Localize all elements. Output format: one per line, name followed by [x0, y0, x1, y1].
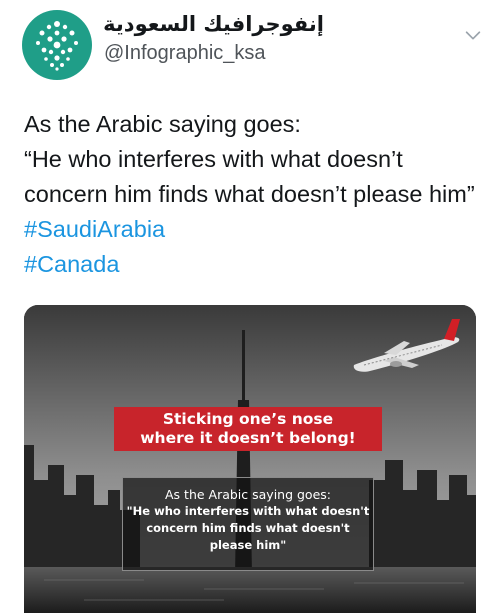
quote-line: "He who interferes with what doesn't — [126, 504, 370, 518]
headline-banner: Sticking one’s nose where it doesn’t bel… — [114, 407, 382, 451]
banner-line: where it doesn’t belong! — [140, 429, 356, 447]
tweet-quote-text: “He who interferes with what doesn’t con… — [24, 146, 475, 207]
avatar[interactable] — [22, 10, 92, 80]
banner-line: Sticking one’s nose — [162, 410, 334, 428]
quote-box: As the Arabic saying goes: "He who inter… — [122, 477, 374, 571]
hashtag-saudiarabia[interactable]: #SaudiArabia — [24, 216, 165, 242]
quote-title: As the Arabic saying goes: — [165, 487, 331, 502]
chevron-down-icon[interactable] — [462, 24, 484, 46]
tweet-media[interactable]: Sticking one’s nose where it doesn’t bel… — [24, 305, 476, 613]
user-handle[interactable]: @Infographic_ksa — [104, 42, 266, 65]
display-name: إنفوجرافيك السعودية — [103, 12, 324, 36]
quote-line: concern him finds what doesn't — [146, 521, 350, 535]
quote-line: please him" — [209, 538, 287, 552]
tweet-text: As the Arabic saying goes: “He who inter… — [24, 107, 484, 282]
name-row[interactable]: إنفوجرافيك السعودية — [103, 10, 324, 38]
tweet-line: As the Arabic saying goes: — [24, 111, 301, 137]
dots-logo-icon — [36, 21, 78, 71]
tweet-quote: “He who interferes with what doesn’t con… — [24, 142, 484, 247]
hashtag-canada[interactable]: #Canada — [24, 251, 119, 277]
